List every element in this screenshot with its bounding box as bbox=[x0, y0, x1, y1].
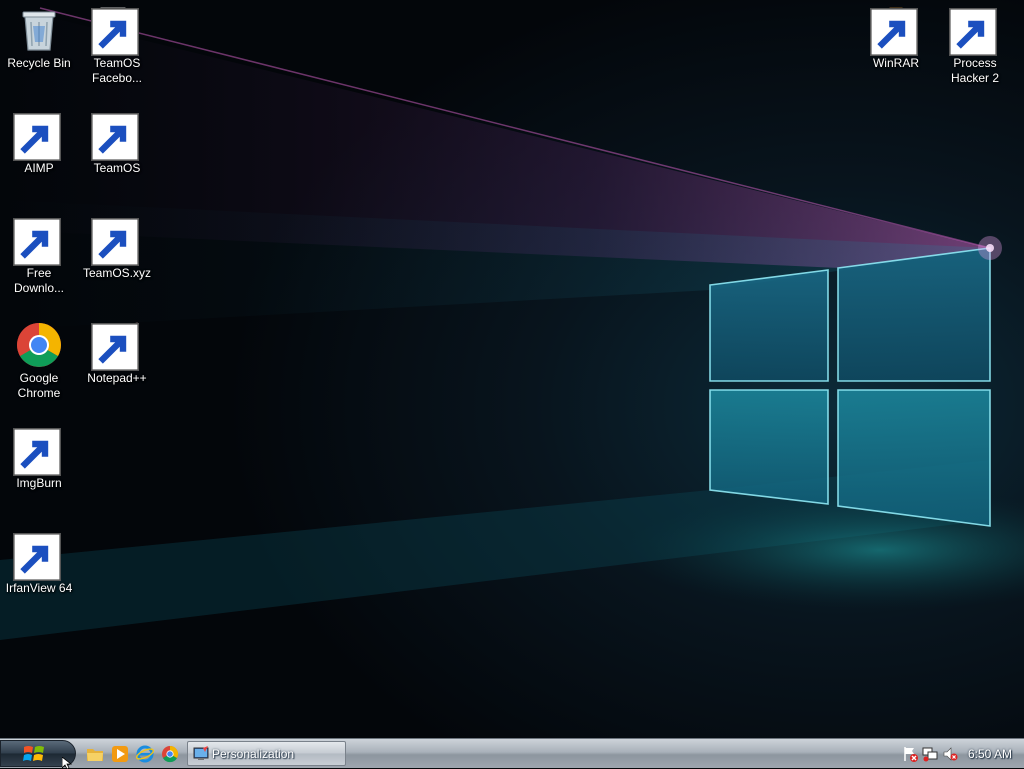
desktop-icon-label: TeamOS bbox=[93, 161, 141, 175]
personalization-icon bbox=[193, 746, 209, 760]
winrar-icon bbox=[870, 6, 920, 56]
desktop-icon-free-download[interactable]: Free Downlo... bbox=[1, 210, 77, 306]
system-tray: 6:50 AM bbox=[896, 741, 1024, 766]
network-icon[interactable] bbox=[922, 746, 938, 762]
desktop-icon-recycle-bin[interactable]: Recycle Bin bbox=[1, 0, 77, 96]
shortcut-arrow-icon bbox=[949, 8, 997, 56]
desktop-icon-teamos-facebook[interactable]: TeamOS Facebo... bbox=[79, 0, 155, 96]
desktop-icon-label: TeamOS.xyz bbox=[82, 266, 151, 280]
taskbar: Personalization 6:50 AM bbox=[0, 738, 1024, 768]
shortcut-arrow-icon bbox=[13, 428, 61, 476]
imgburn-icon bbox=[13, 426, 63, 476]
desktop-icon-label: ImgBurn bbox=[16, 476, 62, 490]
irfanview-icon bbox=[13, 531, 63, 581]
recycle-bin-icon bbox=[15, 6, 63, 54]
windows-logo-icon bbox=[23, 746, 44, 761]
shortcut-arrow-icon bbox=[13, 533, 61, 581]
free-download-manager-icon bbox=[13, 216, 63, 266]
shortcut-arrow-icon bbox=[91, 113, 139, 161]
volume-muted-icon[interactable] bbox=[942, 746, 958, 762]
desktop-icon-label: WinRAR bbox=[872, 56, 919, 70]
action-center-flag-icon[interactable] bbox=[902, 746, 918, 762]
desktop-icon-aimp[interactable]: AIMP bbox=[1, 105, 77, 201]
quick-launch-internet-explorer[interactable] bbox=[136, 745, 154, 763]
shortcut-arrow-icon bbox=[91, 218, 139, 266]
desktop-icon-imgburn[interactable]: ImgBurn bbox=[1, 420, 77, 516]
blank-document-icon bbox=[91, 6, 141, 56]
quick-launch-media-player[interactable] bbox=[111, 745, 129, 763]
notepadpp-icon bbox=[91, 321, 141, 371]
desktop-icon-google-chrome[interactable]: Google Chrome bbox=[1, 315, 77, 411]
quick-launch-chrome[interactable] bbox=[161, 745, 179, 763]
desktop-icon-teamos-folder[interactable]: TeamOS bbox=[79, 105, 155, 201]
chrome-icon bbox=[15, 321, 63, 369]
taskbar-button-label: Personalization bbox=[212, 747, 295, 761]
folder-icon bbox=[91, 111, 141, 161]
desktop-icon-winrar[interactable]: WinRAR bbox=[858, 0, 934, 96]
chrome-icon bbox=[162, 745, 179, 763]
taskbar-clock[interactable]: 6:50 AM bbox=[968, 747, 1012, 761]
desktop-icon-label: Process Hacker 2 bbox=[950, 56, 1000, 85]
desktop-icon-label: Free Downlo... bbox=[13, 266, 65, 295]
shortcut-arrow-icon bbox=[13, 113, 61, 161]
desktop-icon-process-hacker[interactable]: Process Hacker 2 bbox=[937, 0, 1013, 96]
desktop-icon-label: TeamOS Facebo... bbox=[91, 56, 143, 85]
desktop-icon-label: Notepad++ bbox=[87, 371, 147, 385]
mouse-cursor-icon bbox=[62, 757, 72, 769]
process-hacker-icon bbox=[949, 6, 999, 56]
desktop-icon-notepadpp[interactable]: Notepad++ bbox=[79, 315, 155, 411]
folder-icon bbox=[87, 749, 103, 761]
shortcut-arrow-icon bbox=[870, 8, 918, 56]
desktop-icon-irfanview[interactable]: IrfanView 64 bbox=[1, 525, 77, 621]
internet-explorer-icon bbox=[136, 745, 154, 763]
desktop-icon-label: AIMP bbox=[24, 161, 54, 175]
aimp-icon bbox=[13, 111, 63, 161]
desktop-icon-label: Google Chrome bbox=[17, 371, 61, 400]
quick-launch-explorer[interactable] bbox=[86, 745, 104, 763]
shortcut-arrow-icon bbox=[91, 323, 139, 371]
chrome-icon bbox=[91, 216, 141, 266]
desktop-icon-label: IrfanView 64 bbox=[5, 581, 73, 595]
desktop-icon-label: Recycle Bin bbox=[7, 56, 71, 70]
media-player-icon bbox=[112, 746, 128, 762]
shortcut-arrow-icon bbox=[91, 8, 139, 56]
taskbar-button-personalization[interactable]: Personalization bbox=[187, 741, 346, 766]
shortcut-arrow-icon bbox=[13, 218, 61, 266]
desktop-icon-teamos-xyz[interactable]: TeamOS.xyz bbox=[79, 210, 155, 306]
